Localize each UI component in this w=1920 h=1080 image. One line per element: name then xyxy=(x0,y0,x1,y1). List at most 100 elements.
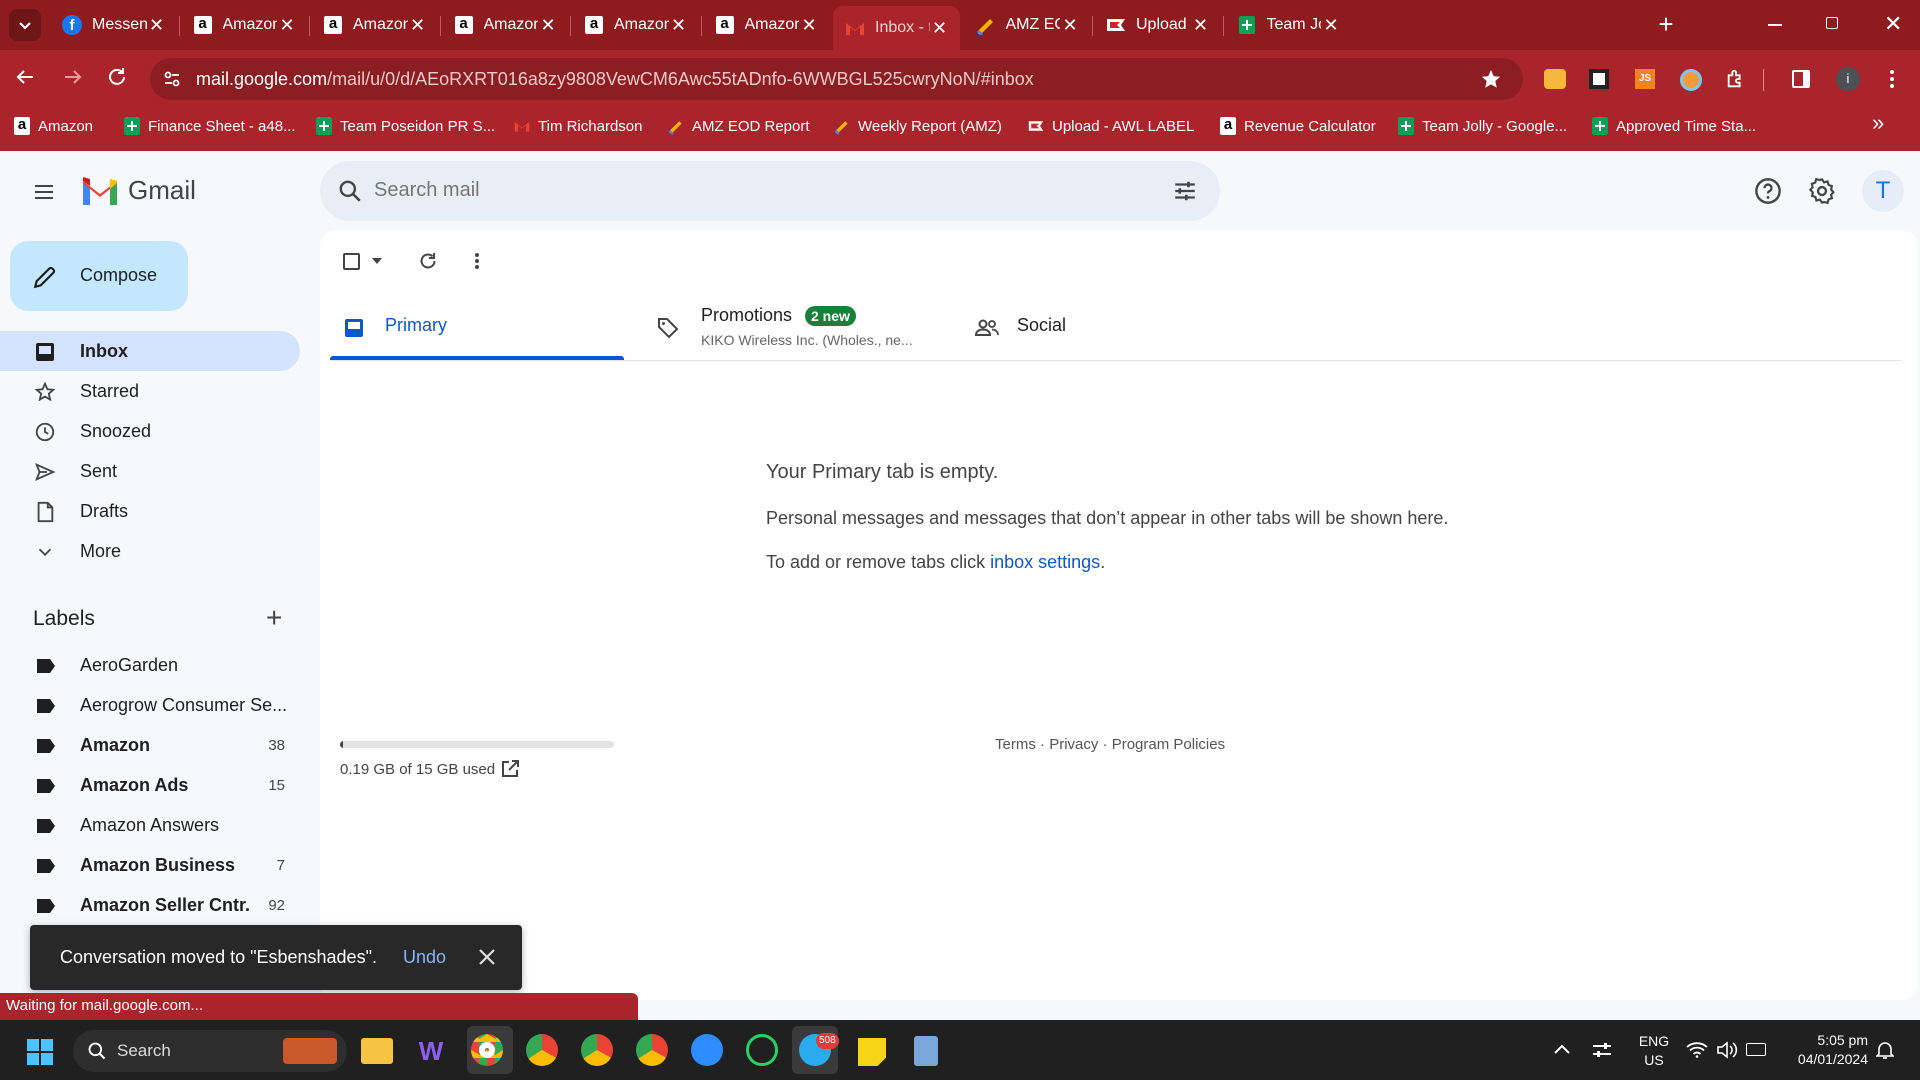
browser-tab[interactable]: Upload - A✕ xyxy=(1094,0,1221,50)
extension-cake-icon[interactable] xyxy=(1544,69,1566,89)
tray-settings-icon[interactable] xyxy=(1592,1042,1612,1058)
close-tab-icon[interactable]: ✕ xyxy=(799,15,819,36)
label-item[interactable]: Aerogrow Consumer Se... xyxy=(0,686,300,726)
browser-tab[interactable]: a Amazon ✕ xyxy=(703,0,830,50)
label-item[interactable]: Amazon Seller Cntr. 92 xyxy=(0,886,300,926)
browser-tab[interactable]: f Messenger✕ xyxy=(50,0,177,50)
wifi-icon[interactable] xyxy=(1686,1042,1708,1058)
account-avatar[interactable]: T xyxy=(1862,170,1904,212)
browser-tab[interactable]: Inbox - tnc✕ xyxy=(833,6,960,50)
tab-primary[interactable]: Primary xyxy=(330,300,624,362)
chrome-icon[interactable] xyxy=(581,1034,613,1066)
nav-item-starred[interactable]: Starred xyxy=(0,371,300,411)
zoom-icon[interactable] xyxy=(691,1034,723,1066)
profile-avatar[interactable]: i xyxy=(1836,67,1860,91)
taskbar-search-box[interactable]: Search xyxy=(73,1030,347,1072)
close-tab-icon[interactable]: ✕ xyxy=(1060,15,1080,36)
bookmark-star-icon[interactable] xyxy=(1480,68,1502,90)
inbox-settings-link[interactable]: inbox settings xyxy=(990,552,1100,572)
label-item[interactable]: Amazon Business 7 xyxy=(0,846,300,886)
browser-tab[interactable]: AMZ EOD✕ xyxy=(964,0,1091,50)
tab-social[interactable]: Social xyxy=(970,300,1170,362)
bookmark-item[interactable]: Tim Richardson xyxy=(514,114,642,138)
label-item[interactable]: Amazon Ads 15 xyxy=(0,766,300,806)
help-icon[interactable] xyxy=(1754,177,1782,205)
settings-gear-icon[interactable] xyxy=(1808,177,1836,205)
url-text[interactable]: mail.google.com/mail/u/0/d/AEoRXRT016a8z… xyxy=(196,69,1034,90)
bookmark-item[interactable]: Team Poseidon PR S... xyxy=(316,114,495,138)
file-explorer-icon[interactable] xyxy=(361,1038,393,1064)
close-window-button[interactable]: ✕ xyxy=(1884,12,1902,36)
close-tab-icon[interactable]: ✕ xyxy=(930,18,950,39)
more-options-icon[interactable] xyxy=(475,252,479,270)
w-app-icon[interactable]: W xyxy=(416,1036,446,1066)
terms-link[interactable]: Terms xyxy=(995,736,1036,753)
clock[interactable]: 5:05 pm 04/01/2024 xyxy=(1778,1031,1868,1069)
chrome-icon[interactable] xyxy=(636,1034,668,1066)
bookmark-item[interactable]: Finance Sheet - a48... xyxy=(124,114,296,138)
browser-tab[interactable]: a Amazon ✕ xyxy=(311,0,438,50)
bookmark-item[interactable]: Team Jolly - Google... xyxy=(1398,114,1567,138)
browser-tab[interactable]: Team Jolly✕ xyxy=(1225,0,1352,50)
site-info-icon[interactable] xyxy=(162,69,182,89)
chrome-icon[interactable] xyxy=(471,1034,503,1066)
nav-item-sent[interactable]: Sent xyxy=(0,451,300,491)
create-label-button[interactable]: + xyxy=(266,604,282,632)
browser-tab[interactable]: a Amazon ✕ xyxy=(181,0,308,50)
gmail-logo[interactable]: Gmail xyxy=(80,174,196,206)
bookmark-item[interactable]: Weekly Report (AMZ) xyxy=(834,114,1002,138)
extensions-puzzle-icon[interactable] xyxy=(1725,68,1747,90)
close-tab-icon[interactable]: ✕ xyxy=(669,15,689,36)
bookmark-item[interactable]: AMZ EOD Report xyxy=(668,114,810,138)
search-input[interactable] xyxy=(374,172,1134,208)
side-panel-icon[interactable] xyxy=(1792,70,1810,88)
browser-menu-icon[interactable] xyxy=(1890,68,1894,90)
main-menu-icon[interactable] xyxy=(32,180,56,204)
close-tab-icon[interactable]: ✕ xyxy=(538,15,558,36)
back-icon[interactable] xyxy=(14,66,36,88)
nav-item-drafts[interactable]: Drafts xyxy=(0,491,300,531)
bookmark-item[interactable]: Approved Time Sta... xyxy=(1592,114,1756,138)
volume-icon[interactable] xyxy=(1716,1041,1738,1059)
bookmark-item[interactable]: Upload - AWL LABEL xyxy=(1028,114,1194,138)
windows-start-icon[interactable] xyxy=(26,1038,54,1066)
refresh-icon[interactable] xyxy=(417,250,439,272)
search-options-icon[interactable] xyxy=(1172,178,1198,204)
extension-js-icon[interactable]: JS xyxy=(1635,69,1655,89)
reload-icon[interactable] xyxy=(106,66,128,88)
browser-tab[interactable]: a Amazon ✕ xyxy=(442,0,569,50)
close-icon[interactable] xyxy=(478,948,496,966)
extension-color-icon[interactable] xyxy=(1680,69,1702,91)
chrome-icon[interactable] xyxy=(526,1034,558,1066)
forward-icon[interactable] xyxy=(62,66,84,88)
bookmark-item[interactable]: a Amazon xyxy=(14,114,93,138)
language-indicator[interactable]: ENG US xyxy=(1634,1032,1674,1070)
compose-button[interactable]: Compose xyxy=(10,241,188,311)
tab-promotions[interactable]: Promotions 2 new KIKO Wireless Inc. (Who… xyxy=(650,300,950,362)
tab-search-button[interactable] xyxy=(9,9,41,41)
nav-item-inbox[interactable]: Inbox xyxy=(0,331,300,371)
notification-bell-icon[interactable] xyxy=(1876,1040,1894,1060)
show-hidden-icons-icon[interactable] xyxy=(1554,1044,1570,1054)
close-tab-icon[interactable]: ✕ xyxy=(277,15,297,36)
open-in-new-icon[interactable] xyxy=(500,759,520,779)
label-item[interactable]: AeroGarden xyxy=(0,646,300,686)
undo-button[interactable]: Undo xyxy=(403,947,446,968)
close-tab-icon[interactable]: ✕ xyxy=(1321,15,1341,36)
calculator-icon[interactable] xyxy=(914,1036,938,1066)
privacy-link[interactable]: Privacy xyxy=(1049,736,1098,753)
close-tab-icon[interactable]: ✕ xyxy=(1191,15,1211,36)
nav-item-snoozed[interactable]: Snoozed xyxy=(0,411,300,451)
restore-button[interactable] xyxy=(1826,17,1838,29)
battery-icon[interactable] xyxy=(1746,1043,1766,1056)
whatsapp-icon[interactable] xyxy=(746,1034,778,1066)
label-item[interactable]: Amazon Answers xyxy=(0,806,300,846)
select-dropdown-icon[interactable] xyxy=(372,258,382,264)
select-all-checkbox[interactable] xyxy=(343,253,360,270)
program-policies-link[interactable]: Program Policies xyxy=(1112,736,1225,753)
close-tab-icon[interactable]: ✕ xyxy=(147,15,167,36)
extension-qr-icon[interactable] xyxy=(1589,69,1609,89)
more-bookmarks-icon[interactable]: » xyxy=(1872,112,1884,134)
search-icon[interactable] xyxy=(337,178,363,204)
bookmark-item[interactable]: a Revenue Calculator xyxy=(1220,114,1376,138)
